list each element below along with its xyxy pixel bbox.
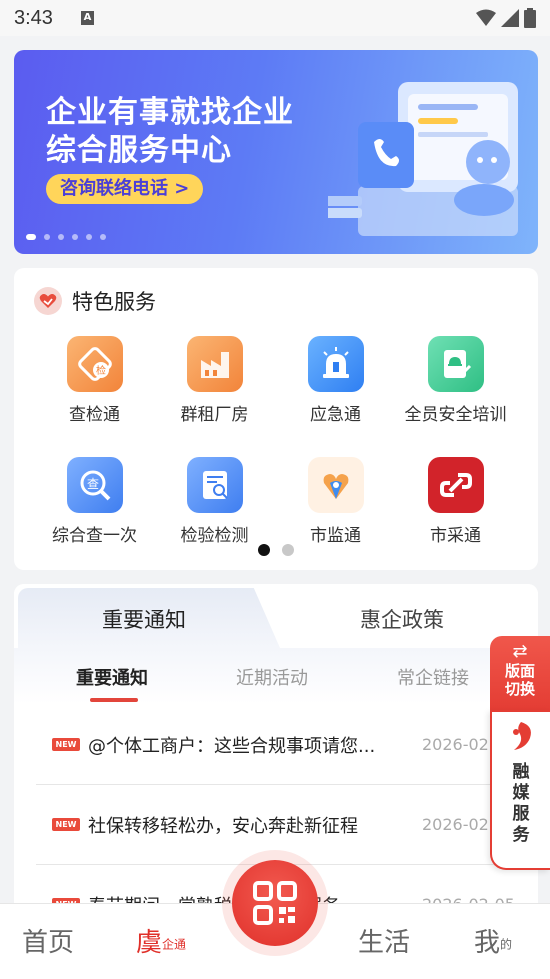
service-shared-factory[interactable]: 群租厂房 bbox=[149, 336, 280, 425]
media-logo-icon bbox=[513, 722, 531, 750]
featured-services-card: 特色服务 检 查检通 群租厂房 应急通 全员安全培训 查 综合查一次 检验检测 … bbox=[14, 268, 538, 570]
factory-icon bbox=[186, 336, 243, 392]
notification-icon: A bbox=[80, 11, 94, 25]
status-time: 3:43 bbox=[14, 6, 53, 29]
services-pager bbox=[14, 544, 538, 556]
nav-me-sub: 的 bbox=[500, 937, 513, 952]
services-page-dot[interactable] bbox=[282, 544, 294, 556]
banner-dot[interactable] bbox=[58, 234, 64, 240]
news-item[interactable]: NEW 社保转移轻松办，安心奔赴新征程 2026-02 bbox=[36, 785, 538, 865]
new-badge: NEW bbox=[52, 818, 80, 831]
nav-yu-sub: 企通 bbox=[162, 937, 187, 952]
tab-business-policies[interactable]: 惠企政策 bbox=[360, 604, 444, 634]
layout-switch-label-2: 切换 bbox=[504, 680, 535, 698]
swap-arrows-icon: ⇄ bbox=[512, 641, 528, 662]
service-label: 全员安全培训 bbox=[404, 405, 507, 425]
market-supervision-icon bbox=[307, 457, 364, 513]
news-date: 2026-02 bbox=[422, 735, 489, 754]
banner-pager bbox=[26, 234, 106, 240]
nav-life[interactable]: 生活 bbox=[358, 922, 410, 959]
subtab-important-notices[interactable]: 重要通知 bbox=[76, 664, 148, 690]
service-label: 市采通 bbox=[430, 526, 481, 546]
wifi-icon bbox=[476, 9, 496, 26]
promo-banner[interactable]: 企业有事就找企业 综合服务中心 咨询联络电话 > bbox=[14, 50, 538, 254]
banner-dot[interactable] bbox=[44, 234, 50, 240]
battery-icon bbox=[524, 8, 536, 28]
svg-text:查: 查 bbox=[86, 477, 98, 491]
contact-phone-button[interactable]: 咨询联络电话 > bbox=[46, 174, 204, 204]
subtab-recent-events[interactable]: 近期活动 bbox=[236, 664, 308, 690]
nav-yu-qi-tong[interactable]: 虞企通 bbox=[136, 922, 186, 959]
service-combined-check[interactable]: 查 综合查一次 bbox=[29, 457, 160, 546]
services-header: 特色服务 bbox=[34, 286, 156, 316]
banner-dot[interactable] bbox=[86, 234, 92, 240]
search-check-icon: 查 bbox=[66, 457, 123, 513]
news-item[interactable]: NEW @个体工商户：这些合规事项请您... 2026-02 bbox=[36, 705, 538, 785]
safety-training-icon bbox=[427, 336, 484, 392]
status-indicators bbox=[476, 8, 536, 28]
report-inspect-icon bbox=[186, 457, 243, 513]
layout-switch-button[interactable]: ⇄ 版面 切换 bbox=[490, 636, 550, 710]
service-market-supervision[interactable]: 市监通 bbox=[270, 457, 401, 546]
banner-title: 企业有事就找企业 综合服务中心 bbox=[46, 94, 294, 170]
nav-yu-label: 虞 bbox=[136, 928, 163, 958]
service-safety-training[interactable]: 全员安全培训 bbox=[390, 336, 521, 425]
media-service-label: 融媒服务 bbox=[512, 762, 530, 845]
procurement-icon bbox=[427, 457, 484, 513]
nav-me[interactable]: 我的 bbox=[474, 922, 512, 959]
phone-chat-illustration-icon bbox=[328, 82, 518, 236]
news-title: @个体工商户：这些合规事项请您... bbox=[88, 735, 376, 757]
qr-code-icon bbox=[253, 881, 297, 925]
service-emergency[interactable]: 应急通 bbox=[270, 336, 401, 425]
nav-me-label: 我 bbox=[474, 928, 501, 958]
signal-icon bbox=[501, 9, 519, 27]
new-badge: NEW bbox=[52, 738, 80, 751]
sub-tabs: 重要通知 近期活动 常企链接 bbox=[14, 648, 538, 704]
banner-title-line-1: 企业有事就找企业 bbox=[46, 95, 294, 130]
service-label: 检验检测 bbox=[180, 526, 249, 546]
main-tabs: 重要通知 惠企政策 bbox=[14, 584, 538, 648]
svg-text:检: 检 bbox=[96, 364, 106, 377]
service-procurement[interactable]: 市采通 bbox=[390, 457, 521, 546]
services-title: 特色服务 bbox=[72, 290, 156, 314]
service-label: 群租厂房 bbox=[180, 405, 249, 425]
service-label: 综合查一次 bbox=[52, 526, 137, 546]
banner-title-line-2: 综合服务中心 bbox=[46, 133, 232, 168]
service-label: 查检通 bbox=[69, 405, 120, 425]
service-label: 应急通 bbox=[310, 405, 361, 425]
emergency-siren-icon bbox=[307, 336, 364, 392]
tab-important-notices[interactable]: 重要通知 bbox=[102, 604, 186, 634]
subtab-links[interactable]: 常企链接 bbox=[397, 664, 469, 690]
services-page-dot[interactable] bbox=[258, 544, 270, 556]
banner-dot[interactable] bbox=[26, 234, 36, 240]
service-testing[interactable]: 检验检测 bbox=[149, 457, 280, 546]
layout-switch-label-1: 版面 bbox=[504, 662, 535, 680]
inspect-badge-icon: 检 bbox=[66, 336, 123, 392]
news-date: 2026-02 bbox=[422, 815, 489, 834]
nav-home[interactable]: 首页 bbox=[22, 922, 74, 959]
banner-dot[interactable] bbox=[72, 234, 78, 240]
service-label: 市监通 bbox=[310, 526, 361, 546]
status-bar: 3:43 A bbox=[0, 0, 550, 36]
qr-scan-button[interactable] bbox=[232, 860, 318, 946]
media-service-button[interactable]: 融媒服务 bbox=[490, 710, 550, 870]
news-title: 社保转移轻松办，安心奔赴新征程 bbox=[88, 815, 358, 837]
heart-hand-icon bbox=[34, 287, 62, 315]
service-inspect[interactable]: 检 查检通 bbox=[29, 336, 160, 425]
banner-dot[interactable] bbox=[100, 234, 106, 240]
subtab-underline bbox=[90, 698, 138, 702]
